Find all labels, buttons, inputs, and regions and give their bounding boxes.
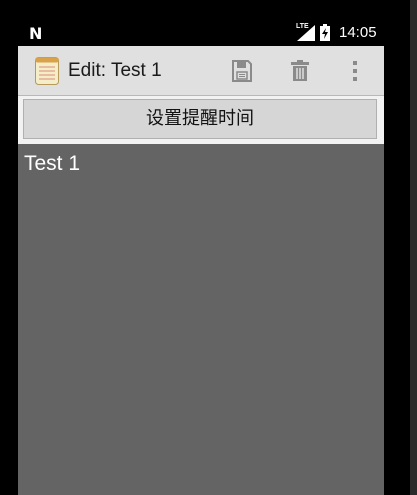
- page-title: Edit: Test 1: [68, 60, 162, 81]
- n-icon: N: [29, 24, 43, 43]
- action-bar: Edit: Test 1: [18, 46, 384, 96]
- note-editor[interactable]: Test 1: [18, 144, 384, 495]
- more-vert-icon[interactable]: [348, 58, 362, 84]
- set-reminder-button[interactable]: 设置提醒时间: [23, 99, 377, 139]
- notepad-icon: [35, 57, 59, 85]
- background-window-edge: [410, 0, 417, 495]
- phone-screen: N LTE 14:05 Edit: Test 1 设置提醒时间 Test 1: [18, 20, 384, 495]
- status-bar: N LTE 14:05: [18, 20, 384, 46]
- battery-charging-icon: [320, 24, 330, 41]
- note-text[interactable]: Test 1: [24, 152, 80, 176]
- clock: 14:05: [339, 24, 377, 41]
- trash-icon[interactable]: [287, 58, 313, 84]
- signal-icon: [297, 25, 315, 41]
- reminder-bar: 设置提醒时间: [18, 96, 384, 144]
- save-icon[interactable]: [229, 58, 255, 84]
